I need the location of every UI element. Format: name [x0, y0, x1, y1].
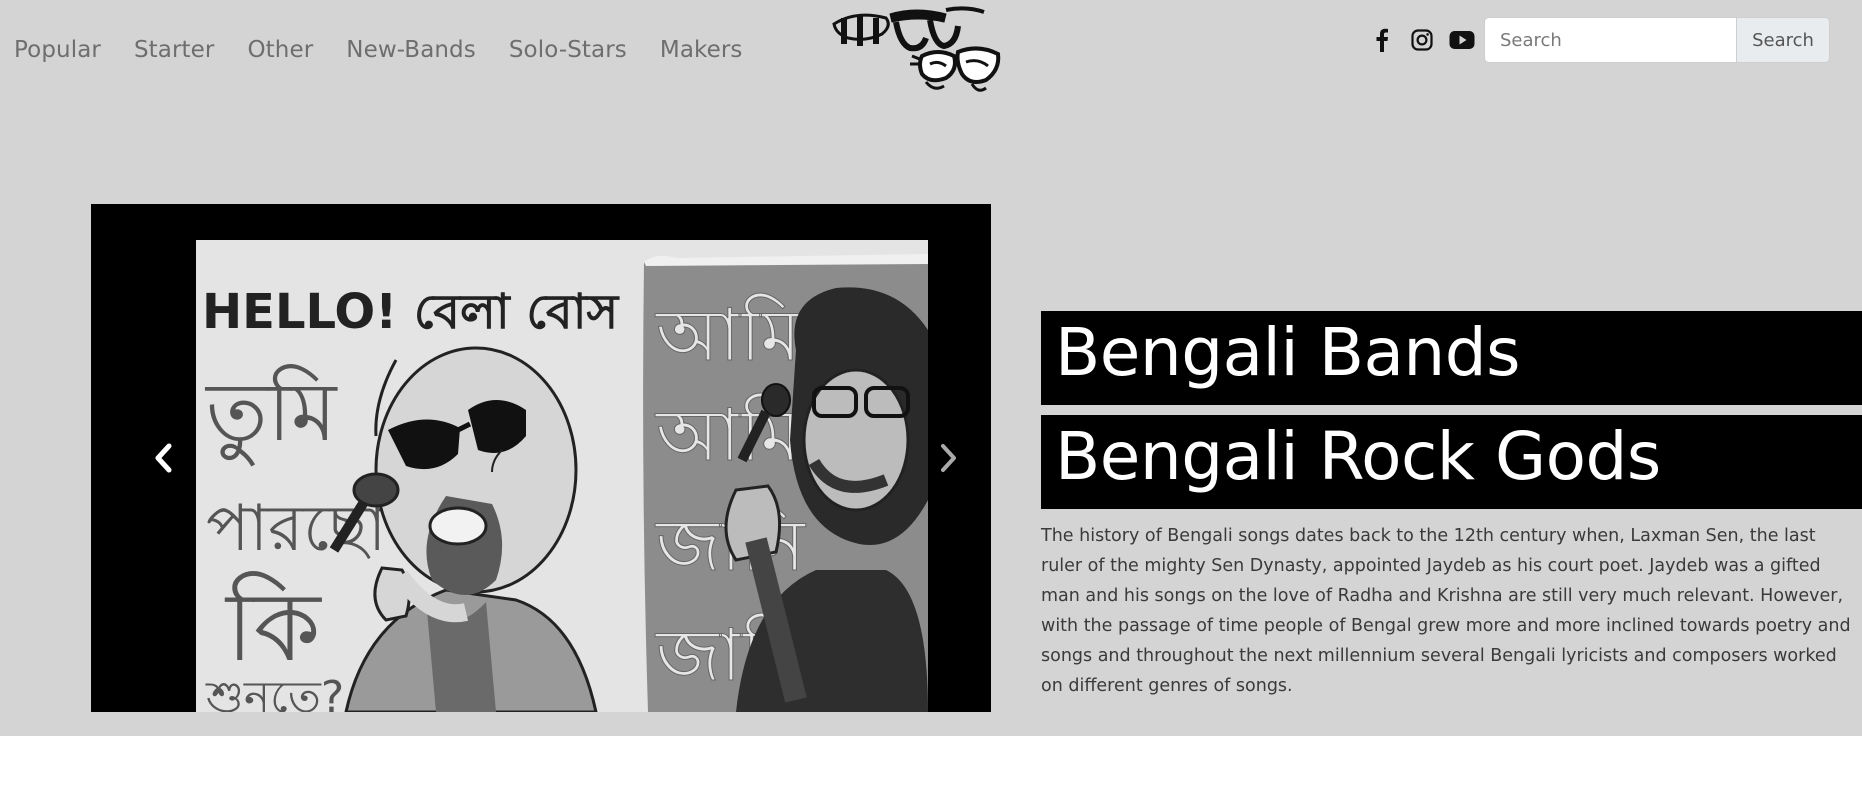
image-carousel: HELLO! বেলা বোস তুমি পারছো কি শুনতে? আমি… — [91, 204, 991, 712]
hero-title-box-1: Bengali Bands — [1041, 311, 1862, 405]
slide-text-left-4: শুনতে? — [205, 672, 344, 712]
carousel-slide-image: HELLO! বেলা বোস তুমি পারছো কি শুনতে? আমি… — [196, 240, 928, 712]
youtube-icon[interactable] — [1449, 25, 1475, 55]
slide-text-left-3: কি — [224, 571, 322, 683]
carousel-next-button[interactable] — [929, 438, 969, 478]
search-form: Search — [1484, 17, 1830, 63]
nav-link-starter[interactable]: Starter — [134, 37, 215, 63]
chevron-left-icon — [155, 443, 172, 473]
nav-link-new-bands[interactable]: New-Bands — [346, 37, 476, 63]
hero-title-box-2: Bengali Rock Gods — [1041, 415, 1862, 509]
instagram-icon[interactable] — [1409, 25, 1435, 55]
hero-description: The history of Bengali songs dates back … — [1041, 526, 1851, 696]
top-navbar: Popular Starter Other New-Bands Solo-Sta… — [0, 0, 1862, 100]
nav-link-other[interactable]: Other — [247, 37, 313, 63]
search-button[interactable]: Search — [1737, 17, 1830, 63]
nav-link-makers[interactable]: Makers — [660, 37, 743, 63]
nav-links: Popular Starter Other New-Bands Solo-Sta… — [14, 37, 743, 63]
search-input[interactable] — [1484, 17, 1737, 63]
slide-text-right-1: আমি — [655, 293, 802, 377]
carousel-prev-button[interactable] — [143, 438, 183, 478]
facebook-icon[interactable] — [1369, 25, 1395, 55]
site-logo[interactable] — [826, 4, 1006, 96]
slide-text-left-1: তুমি — [204, 364, 338, 466]
chevron-right-icon — [941, 444, 956, 472]
social-links — [1369, 25, 1475, 55]
nav-link-popular[interactable]: Popular — [14, 37, 101, 63]
hero-title-bands: Bengali Bands — [1055, 314, 1521, 391]
hero-title-rock-gods: Bengali Rock Gods — [1055, 418, 1661, 495]
nav-link-solo-stars[interactable]: Solo-Stars — [509, 37, 627, 63]
slide-text-hello: HELLO! বেলা বোস — [202, 284, 621, 340]
